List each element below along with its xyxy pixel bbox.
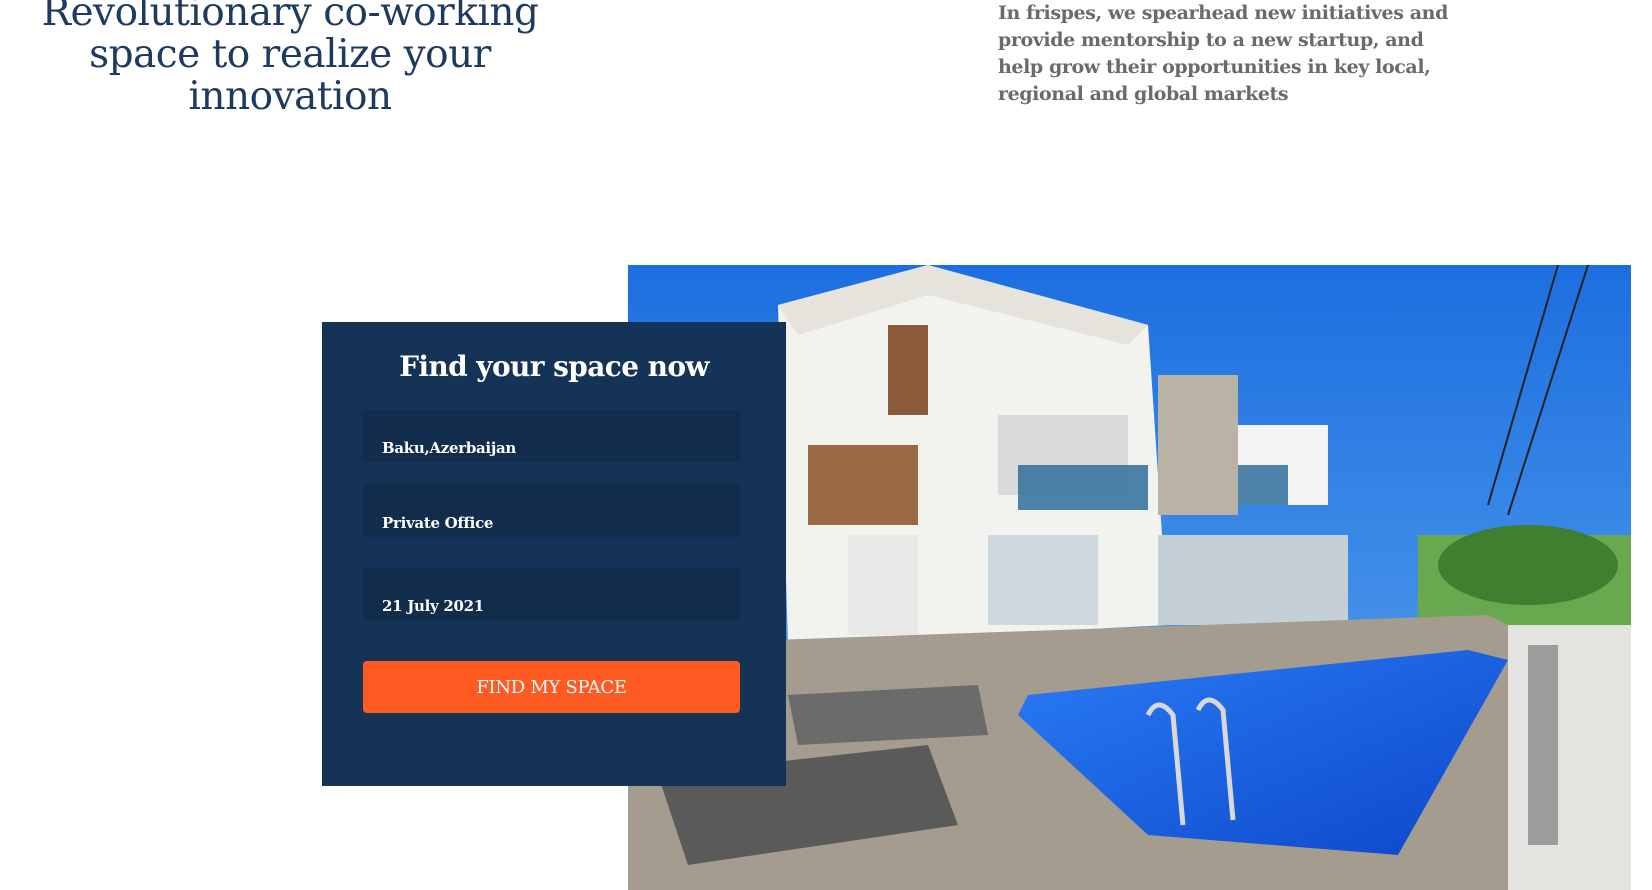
search-card: Find your space now Baku,Azerbaijan Priv… (322, 322, 786, 786)
office-type-field[interactable]: Private Office (363, 485, 740, 537)
hero-description: In frispes, we spearhead new initiatives… (998, 2, 1448, 105)
date-field[interactable]: 21 July 2021 (363, 568, 740, 620)
search-card-title: Find your space now (399, 350, 709, 383)
hero-title: Revolutionary co-working space to realiz… (41, 0, 539, 119)
find-my-space-button[interactable]: FIND MY SPACE (363, 661, 740, 713)
location-field[interactable]: Baku,Azerbaijan (363, 410, 740, 462)
